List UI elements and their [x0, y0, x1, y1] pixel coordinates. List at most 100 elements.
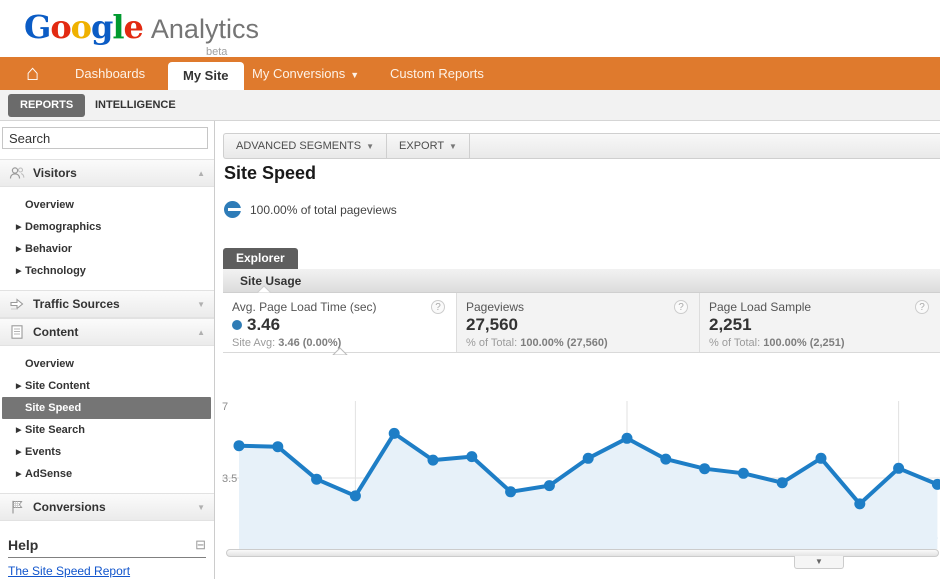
nav-item-my-conversions[interactable]: My Conversions ▼ — [252, 57, 359, 90]
collapse-up-icon: ▲ — [197, 328, 205, 337]
nav-item-my-site[interactable]: My Site — [168, 62, 244, 90]
metric-sub-prefix: Site Avg: — [232, 337, 275, 349]
nav-label: My Conversions — [252, 66, 345, 81]
item-label: Site Search — [25, 424, 85, 436]
section-label: Traffic Sources — [33, 297, 120, 311]
nav-item-dashboards[interactable]: Dashboards — [75, 57, 145, 90]
chevron-down-icon: ▼ — [350, 70, 359, 80]
section-label: Visitors — [33, 166, 77, 180]
sidebar-section-content[interactable]: Content ▲ — [0, 318, 214, 346]
metric-label: Pageviews — [466, 300, 690, 314]
metric-card-avg-page-load-time[interactable]: ? Avg. Page Load Time (sec) 3.46 Site Av… — [223, 293, 457, 352]
expand-right-icon: ▶ — [16, 464, 25, 486]
expand-right-icon: ▶ — [16, 376, 25, 398]
segment-circle-icon — [224, 201, 241, 218]
export-button[interactable]: EXPORT▼ — [387, 134, 470, 158]
help-title: Help — [8, 537, 38, 553]
metric-label: Avg. Page Load Time (sec) — [232, 300, 447, 314]
content-items: Overview ▶Site Content Site Speed ▶Site … — [0, 346, 214, 493]
logo: GoogleAnalytics beta — [24, 8, 259, 46]
help-question-icon[interactable]: ? — [431, 300, 445, 314]
collapse-up-icon: ▲ — [197, 169, 205, 178]
nav-item-custom-reports[interactable]: Custom Reports — [390, 57, 484, 90]
home-icon[interactable]: ⌂ — [26, 60, 39, 86]
metric-value: 3.46 — [247, 315, 280, 334]
sidebar-section-visitors[interactable]: Visitors ▲ — [0, 159, 214, 187]
collapse-down-icon: ▼ — [197, 503, 205, 512]
nav-label: My Site — [183, 68, 229, 83]
chevron-down-icon: ▼ — [815, 557, 823, 566]
item-label: Behavior — [25, 243, 72, 255]
visitors-items: Overview ▶Demographics ▶Behavior ▶Techno… — [0, 187, 214, 290]
sidebar-item-site-content[interactable]: ▶Site Content — [2, 375, 211, 397]
sidebar-section-conversions[interactable]: Conversions ▼ — [0, 493, 214, 521]
chevron-down-icon: ▼ — [366, 142, 374, 151]
metric-card-page-load-sample[interactable]: ? Page Load Sample 2,251 % of Total: 100… — [700, 293, 940, 352]
logo-letter: g — [91, 8, 112, 46]
sidebar: Visitors ▲ Overview ▶Demographics ▶Behav… — [0, 121, 215, 579]
search-input[interactable] — [2, 127, 208, 149]
subtab-bar: Site Usage — [223, 269, 940, 293]
chart-expander-button[interactable]: ▼ — [794, 556, 844, 569]
sidebar-item-demographics[interactable]: ▶Demographics — [2, 216, 211, 238]
help-link-site-speed-report[interactable]: The Site Speed Report — [8, 564, 130, 578]
content-icon — [9, 324, 25, 340]
item-label: Overview — [25, 358, 74, 370]
sidebar-item-behavior[interactable]: ▶Behavior — [2, 238, 211, 260]
logo-letter: e — [124, 8, 143, 46]
item-label: AdSense — [25, 468, 72, 480]
logo-letter: l — [112, 8, 123, 46]
help-box: Help ⊟ The Site Speed Report — [8, 537, 206, 580]
item-label: Events — [25, 446, 61, 458]
reports-button[interactable]: REPORTS — [8, 94, 85, 117]
metric-sub-value: 100.00% (27,560) — [520, 337, 607, 349]
metric-card-pageviews[interactable]: ? Pageviews 27,560 % of Total: 100.00% (… — [457, 293, 700, 352]
traffic-sources-icon — [9, 296, 25, 312]
sidebar-item-site-search[interactable]: ▶Site Search — [2, 419, 211, 441]
metric-sub-prefix: % of Total: — [709, 337, 760, 349]
tab-explorer[interactable]: Explorer — [223, 248, 298, 269]
segment-note-text: 100.00% of total pageviews — [250, 203, 397, 217]
visitors-icon — [9, 165, 25, 181]
collapse-minus-icon[interactable]: ⊟ — [195, 537, 206, 553]
metric-sub-value: 100.00% (2,251) — [763, 337, 844, 349]
intelligence-tab[interactable]: INTELLIGENCE — [95, 94, 176, 117]
nav-label: Custom Reports — [390, 66, 484, 81]
page-title: Site Speed — [224, 163, 316, 184]
sidebar-item-technology[interactable]: ▶Technology — [2, 260, 211, 282]
button-label: EXPORT — [399, 140, 444, 152]
sidebar-item-events[interactable]: ▶Events — [2, 441, 211, 463]
sidebar-item-site-speed[interactable]: Site Speed — [2, 397, 211, 419]
expand-right-icon: ▶ — [16, 261, 25, 283]
metric-subtext: % of Total: 100.00% (2,251) — [709, 337, 931, 349]
help-header: Help ⊟ — [8, 537, 206, 558]
section-label: Content — [33, 325, 78, 339]
sidebar-section-traffic-sources[interactable]: Traffic Sources ▼ — [0, 290, 214, 318]
expand-right-icon: ▶ — [16, 217, 25, 239]
sidebar-item-adsense[interactable]: ▶AdSense — [2, 463, 211, 485]
logo-product-name: Analytics — [151, 14, 259, 44]
segment-note: 100.00% of total pageviews — [224, 201, 397, 218]
expand-right-icon: ▶ — [16, 442, 25, 464]
logo-letter: o — [71, 8, 91, 46]
logo-letter: G — [24, 8, 50, 46]
help-question-icon[interactable]: ? — [915, 300, 929, 314]
metric-value: 27,560 — [466, 315, 690, 335]
metric-sub-prefix: % of Total: — [466, 337, 517, 349]
conversions-icon — [9, 499, 25, 515]
selected-metric-notch — [332, 347, 348, 355]
help-question-icon[interactable]: ? — [674, 300, 688, 314]
selected-subtab-notch — [256, 285, 272, 293]
button-label: ADVANCED SEGMENTS — [236, 140, 361, 152]
advanced-segments-button[interactable]: ADVANCED SEGMENTS ▼ — [224, 134, 387, 158]
item-label: Site Speed — [25, 402, 81, 414]
metric-value: 2,251 — [709, 315, 931, 335]
report-toolbar: ADVANCED SEGMENTS ▼ EXPORT▼ — [223, 133, 940, 159]
sidebar-item-content-overview[interactable]: Overview — [2, 353, 211, 375]
nav-label: Dashboards — [75, 66, 145, 81]
series-dot-icon — [232, 320, 242, 330]
item-label: Technology — [25, 265, 86, 277]
sidebar-item-visitors-overview[interactable]: Overview — [2, 194, 211, 216]
svg-text:3.5: 3.5 — [222, 473, 237, 485]
app-header: GoogleAnalytics beta — [0, 0, 940, 57]
